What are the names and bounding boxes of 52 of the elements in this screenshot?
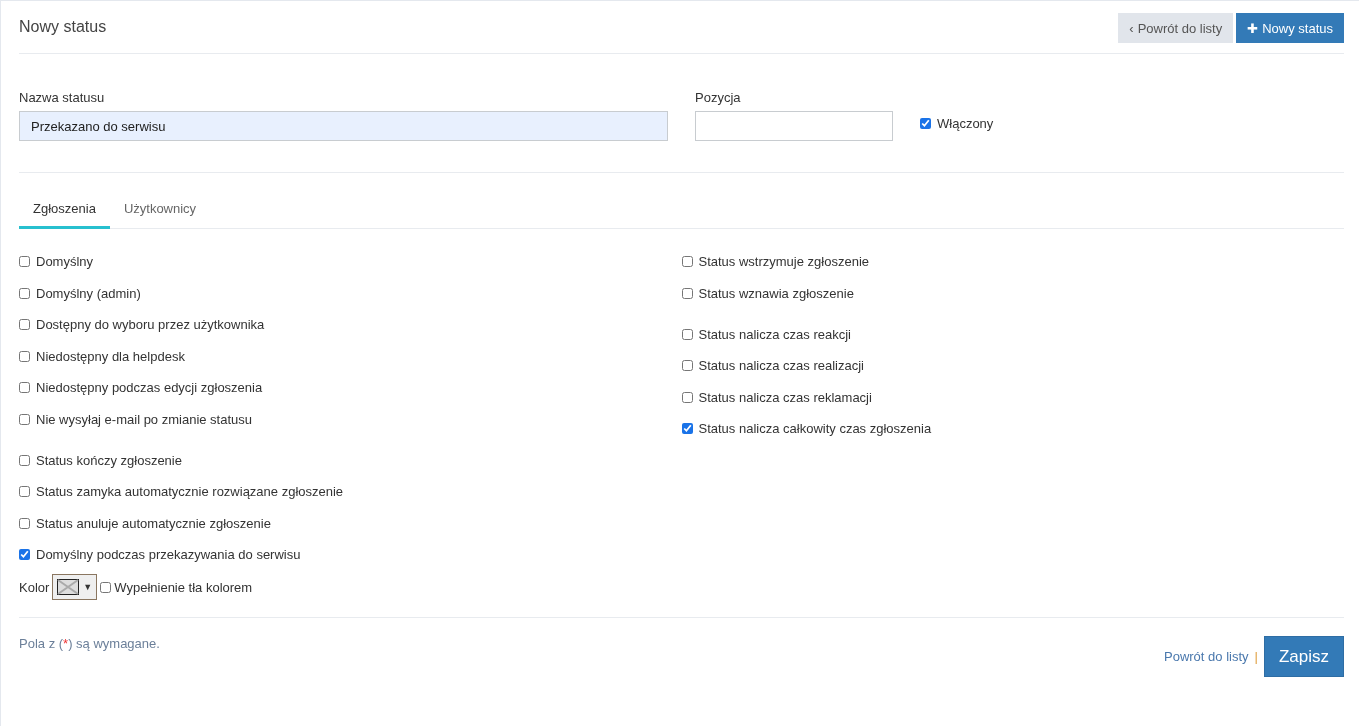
checkbox-label: Domyślny (admin) — [36, 285, 141, 301]
empty-color-icon — [57, 579, 80, 595]
checkbox[interactable] — [681, 391, 693, 403]
checkbox[interactable] — [19, 413, 30, 425]
position-field[interactable] — [695, 111, 893, 141]
checkbox[interactable] — [19, 454, 30, 466]
checkbox[interactable] — [681, 328, 693, 340]
checkbox[interactable] — [681, 423, 693, 434]
checkbox[interactable] — [19, 350, 30, 362]
checkbox[interactable] — [19, 517, 30, 529]
new-status-button[interactable]: ✚ Nowy status — [1236, 13, 1344, 43]
status-name-field[interactable]: Przekazano do serwisu — [19, 111, 668, 141]
checkbox-label: Status nalicza całkowity czas zgłoszenia — [698, 421, 932, 436]
color-picker[interactable]: ▼ — [52, 574, 98, 600]
checkbox[interactable] — [920, 118, 931, 129]
checkbox[interactable] — [19, 287, 30, 299]
checkbox-label: Niedostępny podczas edycji zgłoszenia — [36, 380, 263, 395]
tab[interactable]: Zgłoszenia — [19, 193, 110, 229]
checkbox-label: Nie wysyłaj e-mail po zmianie statusu — [36, 411, 253, 427]
checkbox-label: Status anuluje automatycznie zgłoszenie — [36, 515, 271, 531]
separator: | — [1254, 649, 1258, 664]
checkbox-label: Włączony — [937, 116, 994, 131]
checkbox-label: Status nalicza czas realizacji — [698, 358, 864, 373]
checkbox[interactable] — [681, 256, 693, 267]
checkbox-label: Domyślny — [36, 254, 94, 269]
checkbox-label: Domyślny podczas przekazywania do serwisu — [36, 547, 301, 562]
checkbox-label: Status zamyka automatycznie rozwiązane zgłoszenie — [36, 484, 344, 499]
page-title: Nowy status — [19, 18, 107, 36]
tab[interactable]: Użytkownicy — [109, 193, 211, 229]
checkbox[interactable] — [19, 486, 30, 497]
checkbox-label: Dostępny do wyboru przez użytkownika — [36, 317, 265, 332]
color-label: Kolor — [19, 579, 50, 595]
checkbox-label: Niedostępny dla helpdesk — [36, 348, 185, 364]
checkbox[interactable] — [19, 256, 30, 267]
checkbox[interactable] — [19, 319, 30, 330]
back-link[interactable]: Powrót do listy — [1164, 649, 1249, 664]
field-label: Nazwa statusu — [19, 90, 106, 105]
checkbox-label: Status wstrzymuje zgłoszenie — [698, 254, 869, 269]
checkbox-label: Status wznawia zgłoszenie — [698, 285, 854, 301]
checkbox-label: Status kończy zgłoszenie — [36, 452, 182, 468]
checkbox[interactable] — [19, 382, 30, 393]
save-button[interactable]: Zapisz — [1263, 636, 1344, 677]
checkbox-label: Status nalicza czas reakcji — [698, 326, 851, 342]
checkbox[interactable] — [681, 287, 693, 299]
checkbox[interactable] — [100, 581, 112, 593]
back-button[interactable]: ‹ Powrót do listy — [1118, 13, 1234, 43]
required-note: Pola z (*) są wymagane. — [19, 636, 160, 653]
checkbox-label: Status nalicza czas reklamacji — [698, 389, 872, 405]
checkbox[interactable] — [681, 360, 693, 371]
checkbox-label: Wypełnienie tła kolorem — [114, 579, 253, 595]
checkbox[interactable] — [19, 549, 30, 560]
field-label: Pozycja — [695, 90, 742, 105]
